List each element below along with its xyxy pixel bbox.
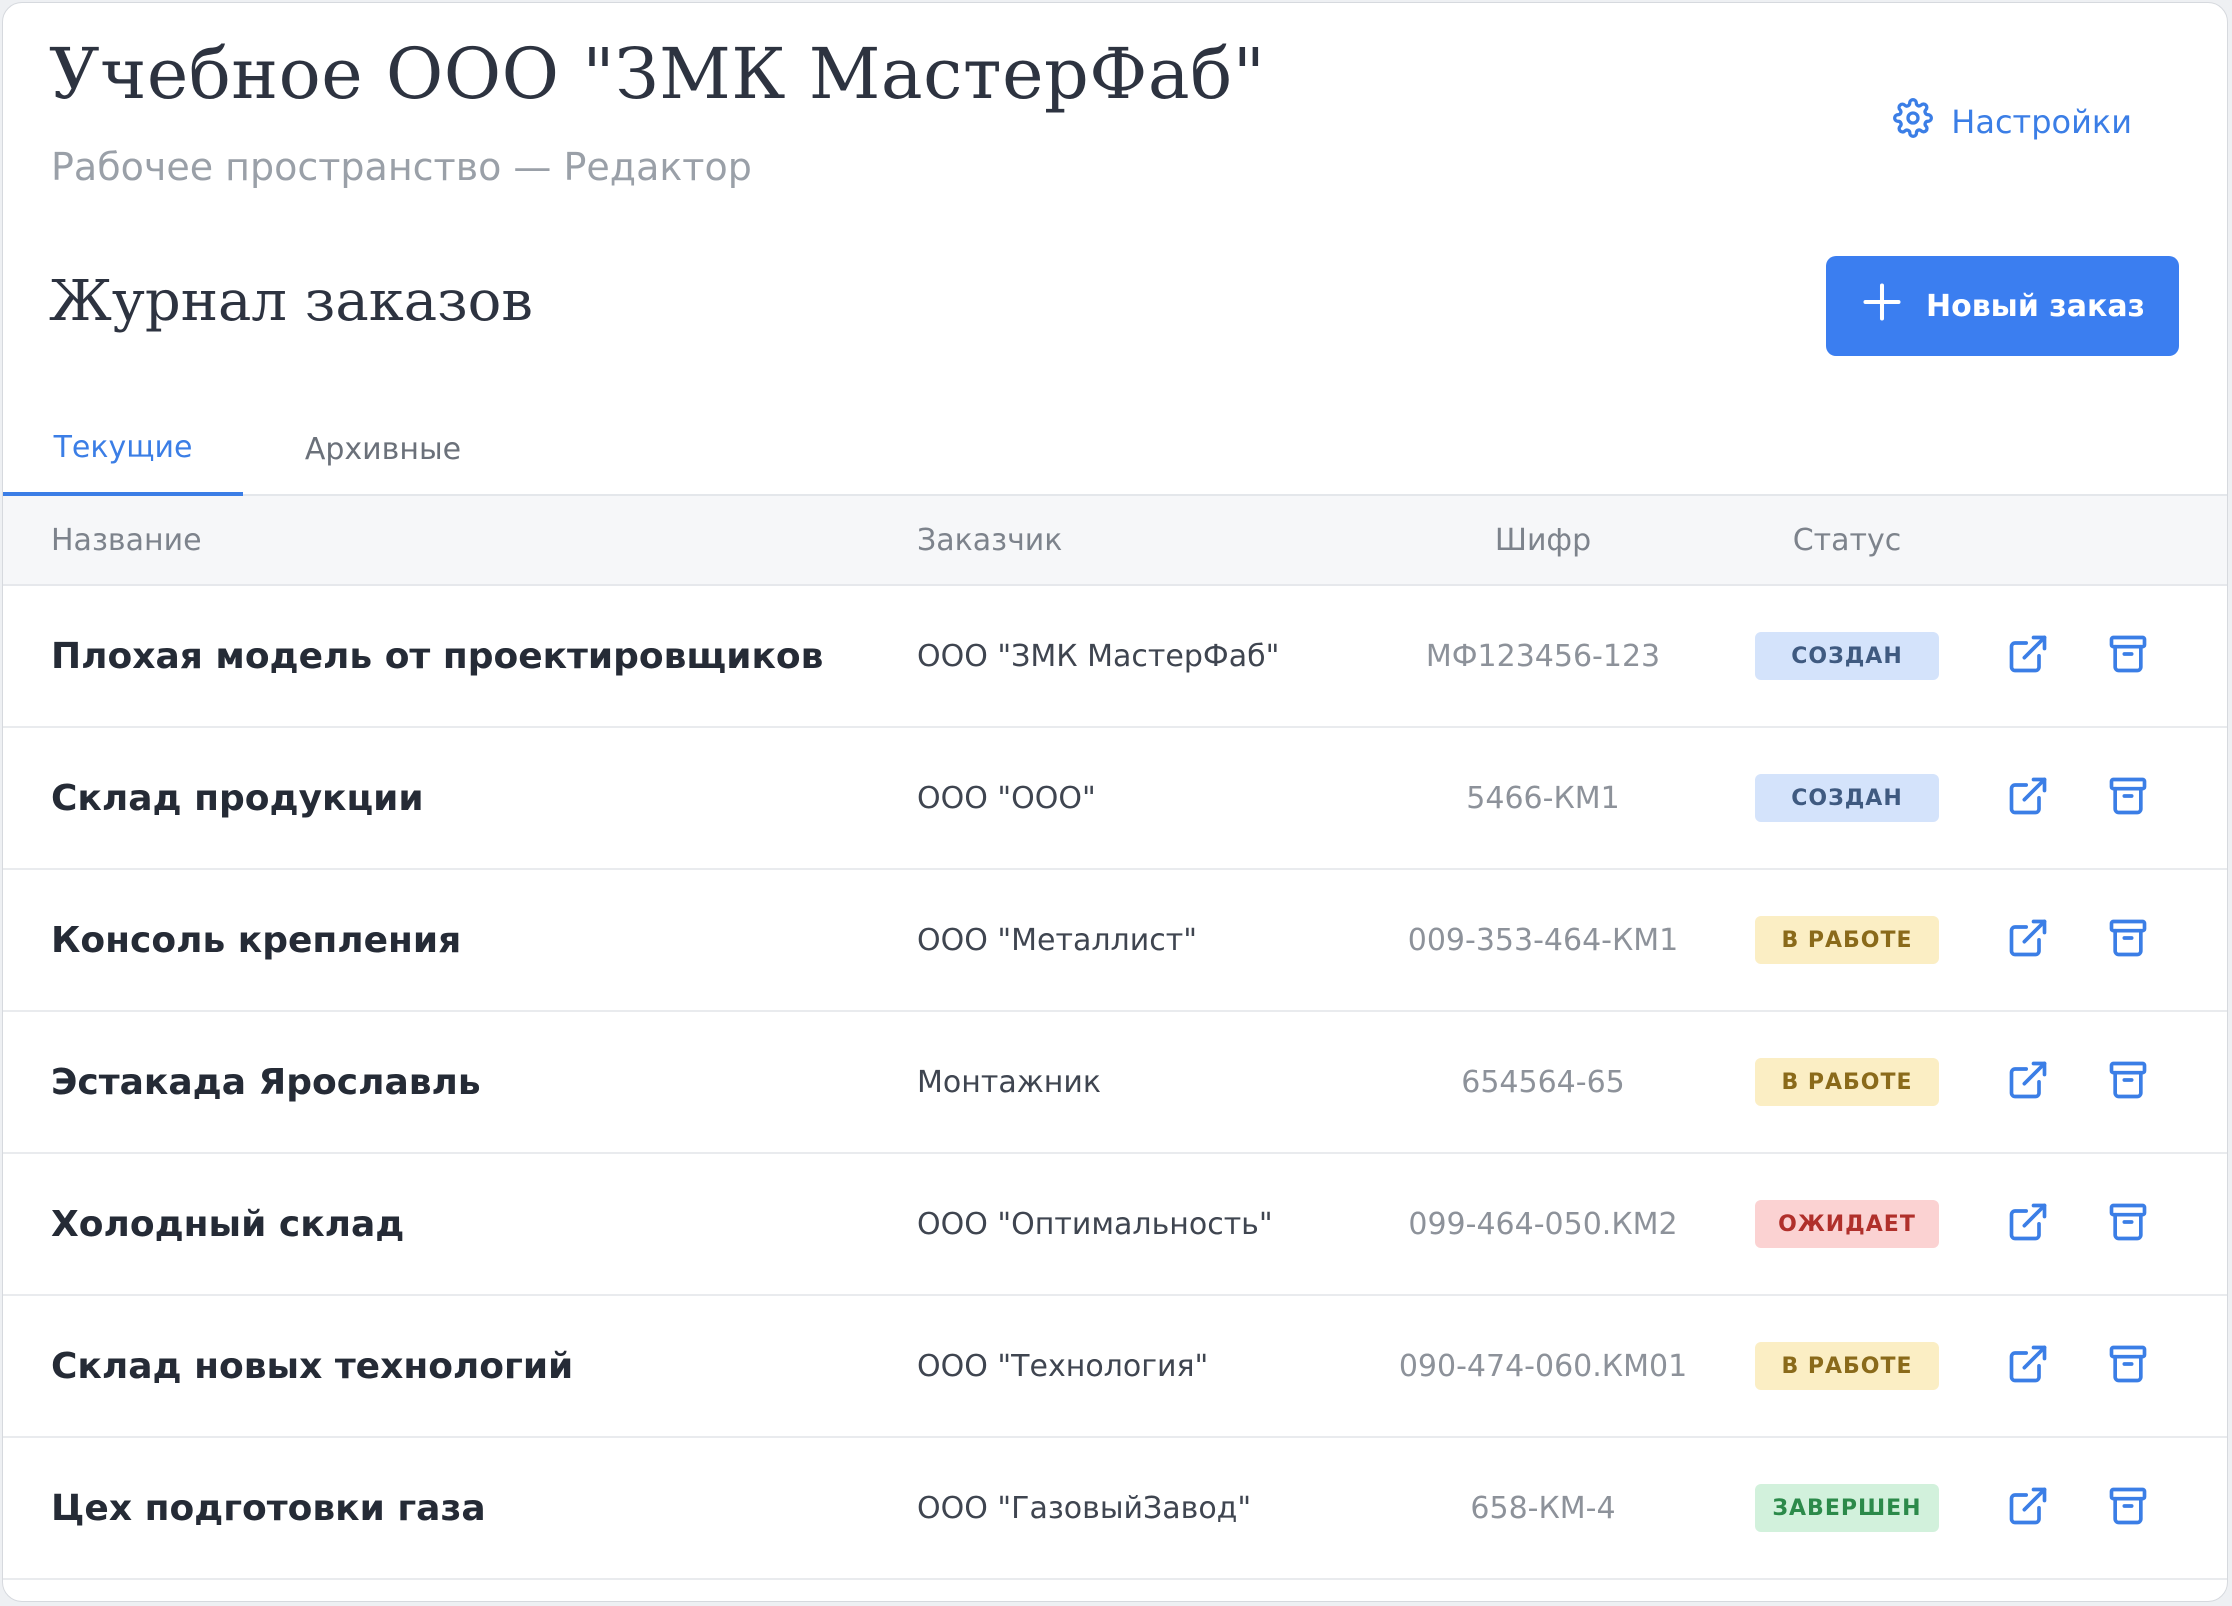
external-link-icon [2006,1342,2050,1390]
tab-current[interactable]: Текущие [3,403,243,496]
tab-archived[interactable]: Архивные [283,403,483,496]
order-name: Плохая модель от проектировщиков [51,635,824,677]
table-row[interactable]: Холодный склад ООО "Оптимальность" 099-4… [3,1154,2227,1296]
column-header-status: Статус [1792,522,1902,558]
status-badge: СОЗДАН [1755,632,1939,680]
tabs: Текущие Архивные [3,403,2227,496]
open-order-button[interactable] [2002,914,2054,966]
order-customer: ООО "ООО" [917,780,1096,816]
app-window: Учебное ООО "ЗМК МастерФаб" Рабочее прос… [2,2,2228,1602]
order-customer: ООО "ЗМК МастерФаб" [917,638,1280,674]
order-code: 654564-65 [1461,1064,1625,1100]
table-body: Плохая модель от проектировщиков ООО "ЗМ… [3,586,2227,1580]
archive-icon [2106,1200,2150,1248]
archive-order-button[interactable] [2102,1056,2154,1108]
status-badge: ЗАВЕРШЕН [1755,1484,1939,1532]
settings-link[interactable]: Настройки [1893,98,2132,146]
external-link-icon [2006,774,2050,822]
status-cell: ОЖИДАЕТ [1753,1154,1941,1294]
table-header: Название Заказчик Шифр Статус [3,496,2227,586]
order-name: Холодный склад [51,1203,405,1245]
status-cell: В РАБОТЕ [1753,1296,1941,1436]
external-link-icon [2006,632,2050,680]
new-order-button[interactable]: Новый заказ [1826,256,2179,356]
archive-order-button[interactable] [2102,630,2154,682]
archive-order-button[interactable] [2102,1340,2154,1392]
order-code: 009-353-464-КМ1 [1407,922,1679,958]
status-cell: СОЗДАН [1753,728,1941,868]
open-order-button[interactable] [2002,1198,2054,1250]
archive-order-button[interactable] [2102,1482,2154,1534]
status-cell: СОЗДАН [1753,586,1941,726]
open-order-button[interactable] [2002,772,2054,824]
table-row[interactable]: Цех подготовки газа ООО "ГазовыйЗавод" 6… [3,1438,2227,1580]
plus-icon [1860,280,1904,332]
status-cell: В РАБОТЕ [1753,1012,1941,1152]
order-customer: Монтажник [917,1064,1101,1100]
order-customer: ООО "Оптимальность" [917,1206,1273,1242]
new-order-label: Новый заказ [1925,288,2145,324]
status-badge: В РАБОТЕ [1755,916,1939,964]
status-badge: ОЖИДАЕТ [1755,1200,1939,1248]
open-order-button[interactable] [2002,1056,2054,1108]
workspace-subtitle: Рабочее пространство — Редактор [51,145,752,189]
order-name: Склад новых технологий [51,1345,574,1387]
status-badge: СОЗДАН [1755,774,1939,822]
open-order-button[interactable] [2002,1482,2054,1534]
order-customer: ООО "ГазовыйЗавод" [917,1490,1252,1526]
archive-order-button[interactable] [2102,914,2154,966]
archive-icon [2106,1484,2150,1532]
order-code: 090-474-060.КМ01 [1398,1348,1688,1384]
open-order-button[interactable] [2002,1340,2054,1392]
open-order-button[interactable] [2002,630,2054,682]
external-link-icon [2006,916,2050,964]
table-row[interactable]: Эстакада Ярославль Монтажник 654564-65 В… [3,1012,2227,1154]
order-name: Цех подготовки газа [51,1487,486,1529]
archive-icon [2106,632,2150,680]
order-code: 5466-КМ1 [1466,780,1620,816]
archive-icon [2106,774,2150,822]
table-row[interactable]: Консоль крепления ООО "Металлист" 009-35… [3,870,2227,1012]
orders-table: Название Заказчик Шифр Статус Плохая мод… [3,496,2227,1580]
order-customer: ООО "Технология" [917,1348,1209,1384]
order-code: МФ123456-123 [1425,638,1661,674]
external-link-icon [2006,1200,2050,1248]
archive-order-button[interactable] [2102,1198,2154,1250]
archive-order-button[interactable] [2102,772,2154,824]
order-name: Склад продукции [51,777,424,819]
archive-icon [2106,916,2150,964]
order-code: 658-КМ-4 [1470,1490,1616,1526]
table-row[interactable]: Склад продукции ООО "ООО" 5466-КМ1 СОЗДА… [3,728,2227,870]
status-cell: ЗАВЕРШЕН [1753,1438,1941,1578]
order-code: 099-464-050.КМ2 [1408,1206,1678,1242]
order-name: Консоль крепления [51,919,462,961]
status-cell: В РАБОТЕ [1753,870,1941,1010]
page-title: Учебное ООО "ЗМК МастерФаб" [49,33,1266,115]
external-link-icon [2006,1058,2050,1106]
status-badge: В РАБОТЕ [1755,1058,1939,1106]
archive-icon [2106,1342,2150,1390]
order-customer: ООО "Металлист" [917,922,1197,958]
table-row[interactable]: Склад новых технологий ООО "Технология" … [3,1296,2227,1438]
settings-label: Настройки [1951,103,2132,141]
archive-icon [2106,1058,2150,1106]
external-link-icon [2006,1484,2050,1532]
order-name: Эстакада Ярославль [51,1061,481,1103]
status-badge: В РАБОТЕ [1755,1342,1939,1390]
section-title: Журнал заказов [49,269,533,334]
column-header-code: Шифр [1494,522,1592,558]
gear-icon [1893,98,1934,146]
table-row[interactable]: Плохая модель от проектировщиков ООО "ЗМ… [3,586,2227,728]
column-header-name: Название [51,522,202,558]
column-header-customer: Заказчик [917,522,1063,558]
